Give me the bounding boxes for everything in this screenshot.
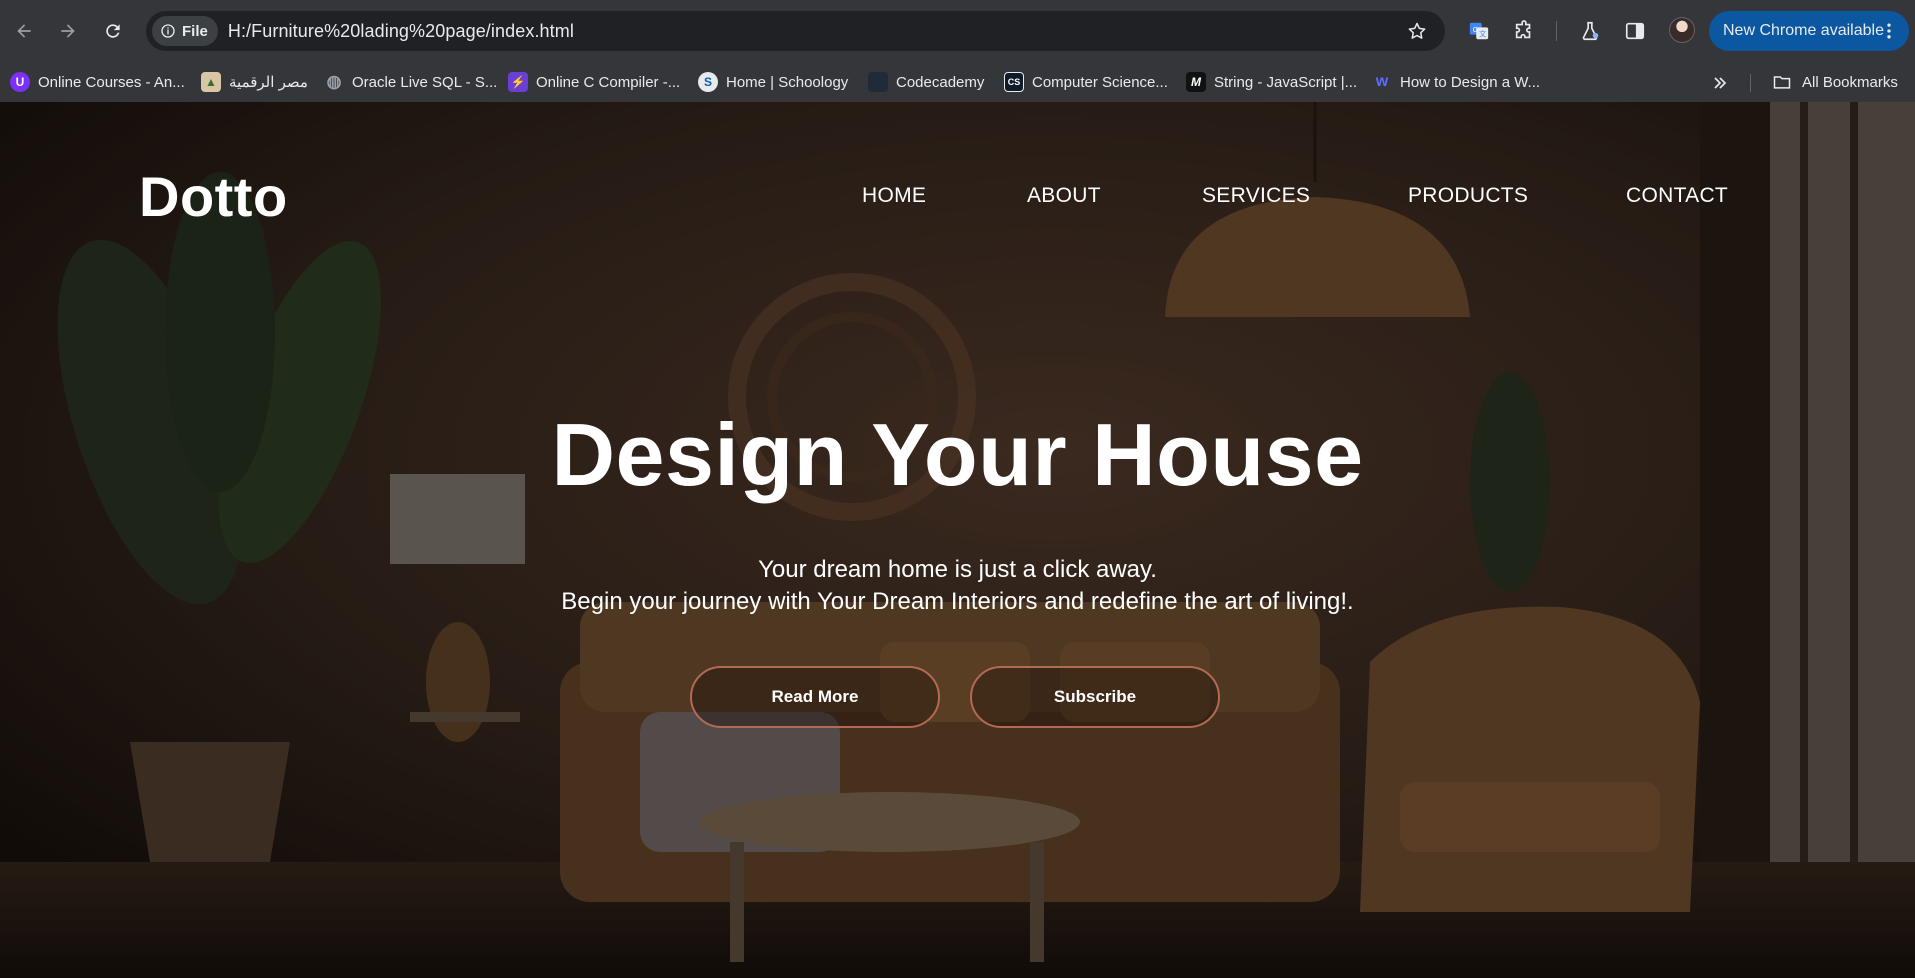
side-panel-icon[interactable] <box>1624 20 1646 42</box>
bookmark-label: Codecademy <box>896 73 985 91</box>
info-icon <box>161 24 175 38</box>
back-button[interactable] <box>4 11 44 51</box>
bookmark-label: Oracle Live SQL - S... <box>352 73 498 91</box>
nav-about[interactable]: ABOUT <box>1027 184 1101 208</box>
bookmark-item[interactable]: CS Computer Science... <box>1004 72 1168 92</box>
subscribe-button[interactable]: Subscribe <box>970 666 1220 728</box>
bookmark-item[interactable]: ◍ Oracle Live SQL - S... <box>324 72 498 92</box>
address-bar[interactable]: File H:/Furniture%20lading%20page/index.… <box>146 11 1445 51</box>
folder-icon <box>1773 76 1791 89</box>
bookmark-item[interactable]: M String - JavaScript |... <box>1186 72 1357 92</box>
extensions-puzzle-icon[interactable] <box>1513 20 1535 42</box>
bookmark-label: مصر الرقمية <box>229 74 308 91</box>
digital-egypt-icon: ▲ <box>201 72 221 92</box>
all-bookmarks-button[interactable]: All Bookmarks <box>1772 72 1898 92</box>
bookmark-item[interactable]: ▲ مصر الرقمية <box>201 72 308 92</box>
mdn-icon: M <box>1186 72 1206 92</box>
cs-icon: CS <box>1004 72 1024 92</box>
bookmark-label: How to Design a W... <box>1400 73 1541 91</box>
schoology-icon: S <box>698 72 718 92</box>
udemy-icon: U <box>10 72 30 92</box>
bookmark-label: Computer Science... <box>1032 73 1168 91</box>
wix-icon: w <box>1375 73 1389 90</box>
site-chip-label: File <box>182 22 208 40</box>
hero-description: Begin your journey with Your Dream Inter… <box>561 588 1354 615</box>
site-info-chip[interactable]: File <box>152 16 218 46</box>
reload-icon <box>106 24 120 38</box>
profile-avatar[interactable] <box>1669 17 1695 43</box>
all-bookmarks-label: All Bookmarks <box>1802 73 1898 91</box>
brand-logo[interactable]: Dotto <box>139 164 288 229</box>
bookmark-label: Online Courses - An... <box>38 73 185 91</box>
codecademy-icon <box>868 72 888 92</box>
bookmark-item[interactable]: w How to Design a W... <box>1372 72 1540 92</box>
reload-button[interactable] <box>93 11 133 51</box>
svg-text:文: 文 <box>1479 30 1487 39</box>
bookmark-label: String - JavaScript |... <box>1214 73 1358 91</box>
bookmarks-divider <box>1750 74 1751 92</box>
chevron-double-right-icon[interactable] <box>1710 73 1730 93</box>
bookmark-star-icon[interactable] <box>1407 21 1427 41</box>
bookmark-item[interactable]: U Online Courses - An... <box>10 72 185 92</box>
url-text[interactable]: H:/Furniture%20lading%20page/index.html <box>228 21 574 42</box>
bookmark-item[interactable]: Codecademy <box>868 72 984 92</box>
hero-tagline: Your dream home is just a click away. <box>758 556 1157 583</box>
bookmark-label: Home | Schoology <box>726 73 849 91</box>
nav-home[interactable]: HOME <box>862 184 926 208</box>
svg-text:G: G <box>1473 25 1479 34</box>
nav-services[interactable]: SERVICES <box>1202 184 1310 208</box>
bookmark-item[interactable]: ⚡ Online C Compiler -... <box>508 72 680 92</box>
google-translate-icon[interactable]: G文 <box>1468 20 1490 42</box>
dark-overlay <box>0 102 1915 978</box>
nav-products[interactable]: PRODUCTS <box>1408 184 1528 208</box>
read-more-button[interactable]: Read More <box>690 666 940 728</box>
bookmarks-bar: U Online Courses - An... ▲ مصر الرقمية ◍… <box>0 62 1915 102</box>
toolbar-divider <box>1556 21 1557 41</box>
bookmark-item[interactable]: S Home | Schoology <box>698 72 848 92</box>
globe-icon: ◍ <box>326 72 342 91</box>
labs-flask-icon[interactable] <box>1579 20 1601 42</box>
update-label: New Chrome available <box>1723 22 1884 39</box>
lightning-icon: ⚡ <box>508 72 528 92</box>
landing-page: Dotto HOME ABOUT SERVICES PRODUCTS CONTA… <box>0 102 1915 978</box>
browser-toolbar: File H:/Furniture%20lading%20page/index.… <box>0 0 1915 62</box>
more-vert-icon[interactable] <box>1879 21 1899 41</box>
chrome-update-button[interactable]: New Chrome available <box>1709 11 1909 51</box>
forward-button[interactable] <box>48 11 88 51</box>
arrow-right-icon <box>61 24 75 38</box>
hero-title: Design Your House <box>551 405 1364 504</box>
bookmark-label: Online C Compiler -... <box>536 73 681 91</box>
nav-contact[interactable]: CONTACT <box>1626 184 1728 208</box>
arrow-left-icon <box>17 24 31 38</box>
